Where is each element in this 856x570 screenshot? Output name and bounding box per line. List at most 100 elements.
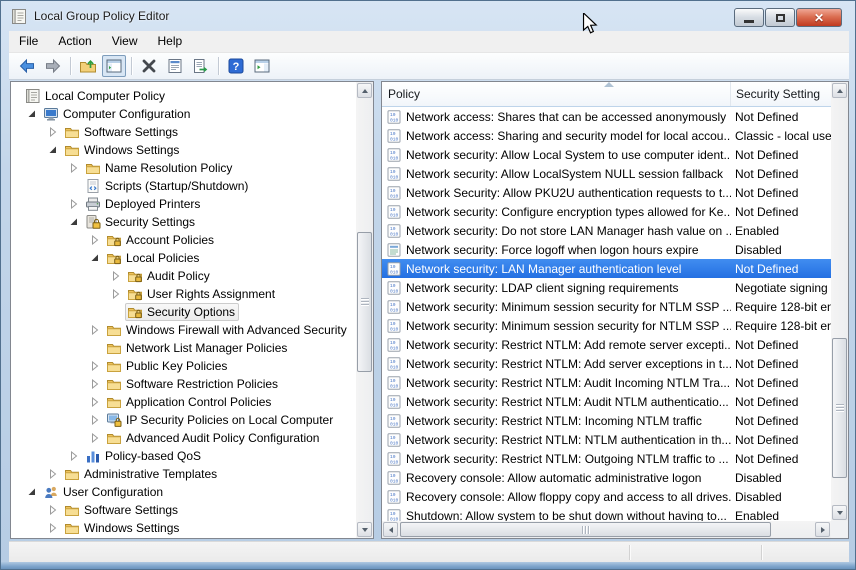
expand-icon[interactable] bbox=[69, 163, 83, 173]
tree-item[interactable]: Scripts (Startup/Shutdown) bbox=[11, 177, 356, 195]
tree-item[interactable]: Deployed Printers bbox=[11, 195, 356, 213]
tree-item[interactable]: Security Settings bbox=[11, 213, 356, 231]
tree-scrollbar-thumb[interactable] bbox=[357, 232, 372, 372]
show-console-tree-button[interactable] bbox=[102, 55, 126, 77]
tree-item[interactable]: Computer Configuration bbox=[11, 105, 356, 123]
up-one-level-button[interactable] bbox=[76, 55, 100, 77]
policy-row[interactable]: 10010Network security: Restrict NTLM: Ou… bbox=[382, 449, 831, 468]
show-action-pane-button[interactable] bbox=[250, 55, 274, 77]
back-button[interactable] bbox=[15, 55, 39, 77]
policy-row[interactable]: 10010Network security: Restrict NTLM: In… bbox=[382, 411, 831, 430]
tree-item[interactable]: User Rights Assignment bbox=[11, 285, 356, 303]
collapse-icon[interactable] bbox=[48, 145, 62, 155]
policy-row[interactable]: 10010Recovery console: Allow automatic a… bbox=[382, 468, 831, 487]
list-hscrollbar-thumb[interactable] bbox=[400, 522, 771, 537]
menu-help[interactable]: Help bbox=[148, 31, 193, 52]
policy-row[interactable]: 10010Network access: Shares that can be … bbox=[382, 107, 831, 126]
tree-vertical-scrollbar[interactable] bbox=[356, 82, 373, 538]
titlebar[interactable]: Local Group Policy Editor ✕ bbox=[1, 1, 855, 31]
policy-row[interactable]: 10010Network access: Sharing and securit… bbox=[382, 126, 831, 145]
column-header-policy[interactable]: Policy bbox=[382, 82, 731, 106]
tree-item[interactable]: Public Key Policies bbox=[11, 357, 356, 375]
tree-item[interactable]: Local Computer Policy bbox=[11, 87, 356, 105]
policy-row[interactable]: 10010Network security: LDAP client signi… bbox=[382, 278, 831, 297]
policy-row[interactable]: 10010Network security: Allow Local Syste… bbox=[382, 145, 831, 164]
tree-item[interactable]: Local Policies bbox=[11, 249, 356, 267]
minimize-button[interactable] bbox=[734, 8, 764, 27]
expand-icon[interactable] bbox=[90, 415, 104, 425]
delete-button[interactable] bbox=[137, 55, 161, 77]
collapse-icon[interactable] bbox=[27, 487, 41, 497]
menu-view[interactable]: View bbox=[102, 31, 148, 52]
column-header-security-setting[interactable]: Security Setting bbox=[731, 82, 831, 106]
policy-row[interactable]: 10010Network security: Restrict NTLM: NT… bbox=[382, 430, 831, 449]
collapse-icon[interactable] bbox=[69, 217, 83, 227]
list-horizontal-scrollbar[interactable] bbox=[382, 521, 831, 538]
tree-item[interactable]: Application Control Policies bbox=[11, 393, 356, 411]
tree-scroll-down-button[interactable] bbox=[357, 522, 372, 537]
policy-row[interactable]: 10010Network security: Do not store LAN … bbox=[382, 221, 831, 240]
policy-row[interactable]: 10010Network security: LAN Manager authe… bbox=[382, 259, 831, 278]
policy-row[interactable]: 10010Recovery console: Allow floppy copy… bbox=[382, 487, 831, 506]
policy-row[interactable]: 10010Network security: Configure encrypt… bbox=[382, 202, 831, 221]
tree-item[interactable]: Windows Settings bbox=[11, 141, 356, 159]
close-button[interactable]: ✕ bbox=[796, 8, 842, 27]
expand-icon[interactable] bbox=[90, 397, 104, 407]
tree-item[interactable]: Administrative Templates bbox=[11, 537, 356, 538]
policy-row[interactable]: 10010Network security: Allow LocalSystem… bbox=[382, 164, 831, 183]
tree-scroll-up-button[interactable] bbox=[357, 83, 372, 98]
list-vertical-scrollbar[interactable] bbox=[831, 82, 848, 521]
policy-row[interactable]: Network security: Force logoff when logo… bbox=[382, 240, 831, 259]
policy-row[interactable]: 10010Network security: Restrict NTLM: Ad… bbox=[382, 335, 831, 354]
expand-icon[interactable] bbox=[48, 523, 62, 533]
expand-icon[interactable] bbox=[90, 433, 104, 443]
tree-item[interactable]: Name Resolution Policy bbox=[11, 159, 356, 177]
expand-icon[interactable] bbox=[90, 235, 104, 245]
collapse-icon[interactable] bbox=[90, 253, 104, 263]
export-list-button[interactable] bbox=[189, 55, 213, 77]
list-scroll-left-button[interactable] bbox=[383, 522, 398, 537]
tree-item[interactable]: Administrative Templates bbox=[11, 465, 356, 483]
policy-row[interactable]: 10010Network security: Minimum session s… bbox=[382, 316, 831, 335]
tree-item[interactable]: Software Restriction Policies bbox=[11, 375, 356, 393]
tree-item[interactable]: Windows Firewall with Advanced Security bbox=[11, 321, 356, 339]
policy-row[interactable]: 10010Network security: Restrict NTLM: Ad… bbox=[382, 354, 831, 373]
list-scroll-down-button[interactable] bbox=[832, 505, 847, 520]
expand-icon[interactable] bbox=[48, 505, 62, 515]
tree-item[interactable]: IP Security Policies on Local Computer bbox=[11, 411, 356, 429]
expand-icon[interactable] bbox=[90, 379, 104, 389]
expand-icon[interactable] bbox=[69, 451, 83, 461]
tree-item[interactable]: Network List Manager Policies bbox=[11, 339, 356, 357]
tree-item[interactable]: Audit Policy bbox=[11, 267, 356, 285]
menu-file[interactable]: File bbox=[9, 31, 48, 52]
collapse-icon[interactable] bbox=[27, 109, 41, 119]
list-scrollbar-thumb[interactable] bbox=[832, 338, 847, 478]
forward-button[interactable] bbox=[41, 55, 65, 77]
tree-item[interactable]: Advanced Audit Policy Configuration bbox=[11, 429, 356, 447]
help-button[interactable]: ? bbox=[224, 55, 248, 77]
expand-icon[interactable] bbox=[90, 325, 104, 335]
policy-row[interactable]: 10010Network Security: Allow PKU2U authe… bbox=[382, 183, 831, 202]
tree-item[interactable]: Software Settings bbox=[11, 501, 356, 519]
tree-item[interactable]: Account Policies bbox=[11, 231, 356, 249]
tree-item[interactable]: Windows Settings bbox=[11, 519, 356, 537]
tree-item[interactable]: User Configuration bbox=[11, 483, 356, 501]
tree-item[interactable]: Software Settings bbox=[11, 123, 356, 141]
expand-icon[interactable] bbox=[111, 289, 125, 299]
expand-icon[interactable] bbox=[48, 469, 62, 479]
properties-button[interactable] bbox=[163, 55, 187, 77]
restore-button[interactable] bbox=[765, 8, 795, 27]
menu-action[interactable]: Action bbox=[48, 31, 101, 52]
tree-item[interactable]: Security Options bbox=[11, 303, 356, 321]
policy-row[interactable]: 10010Network security: Restrict NTLM: Au… bbox=[382, 373, 831, 392]
expand-icon[interactable] bbox=[111, 271, 125, 281]
policy-row[interactable]: 10010Network security: Restrict NTLM: Au… bbox=[382, 392, 831, 411]
expand-icon[interactable] bbox=[69, 199, 83, 209]
expand-icon[interactable] bbox=[90, 361, 104, 371]
expand-icon[interactable] bbox=[48, 127, 62, 137]
tree-item[interactable]: Policy-based QoS bbox=[11, 447, 356, 465]
list-scroll-up-button[interactable] bbox=[832, 83, 847, 98]
list-scroll-right-button[interactable] bbox=[815, 522, 830, 537]
policy-row[interactable]: 10010Shutdown: Allow system to be shut d… bbox=[382, 506, 831, 522]
policy-row[interactable]: 10010Network security: Minimum session s… bbox=[382, 297, 831, 316]
